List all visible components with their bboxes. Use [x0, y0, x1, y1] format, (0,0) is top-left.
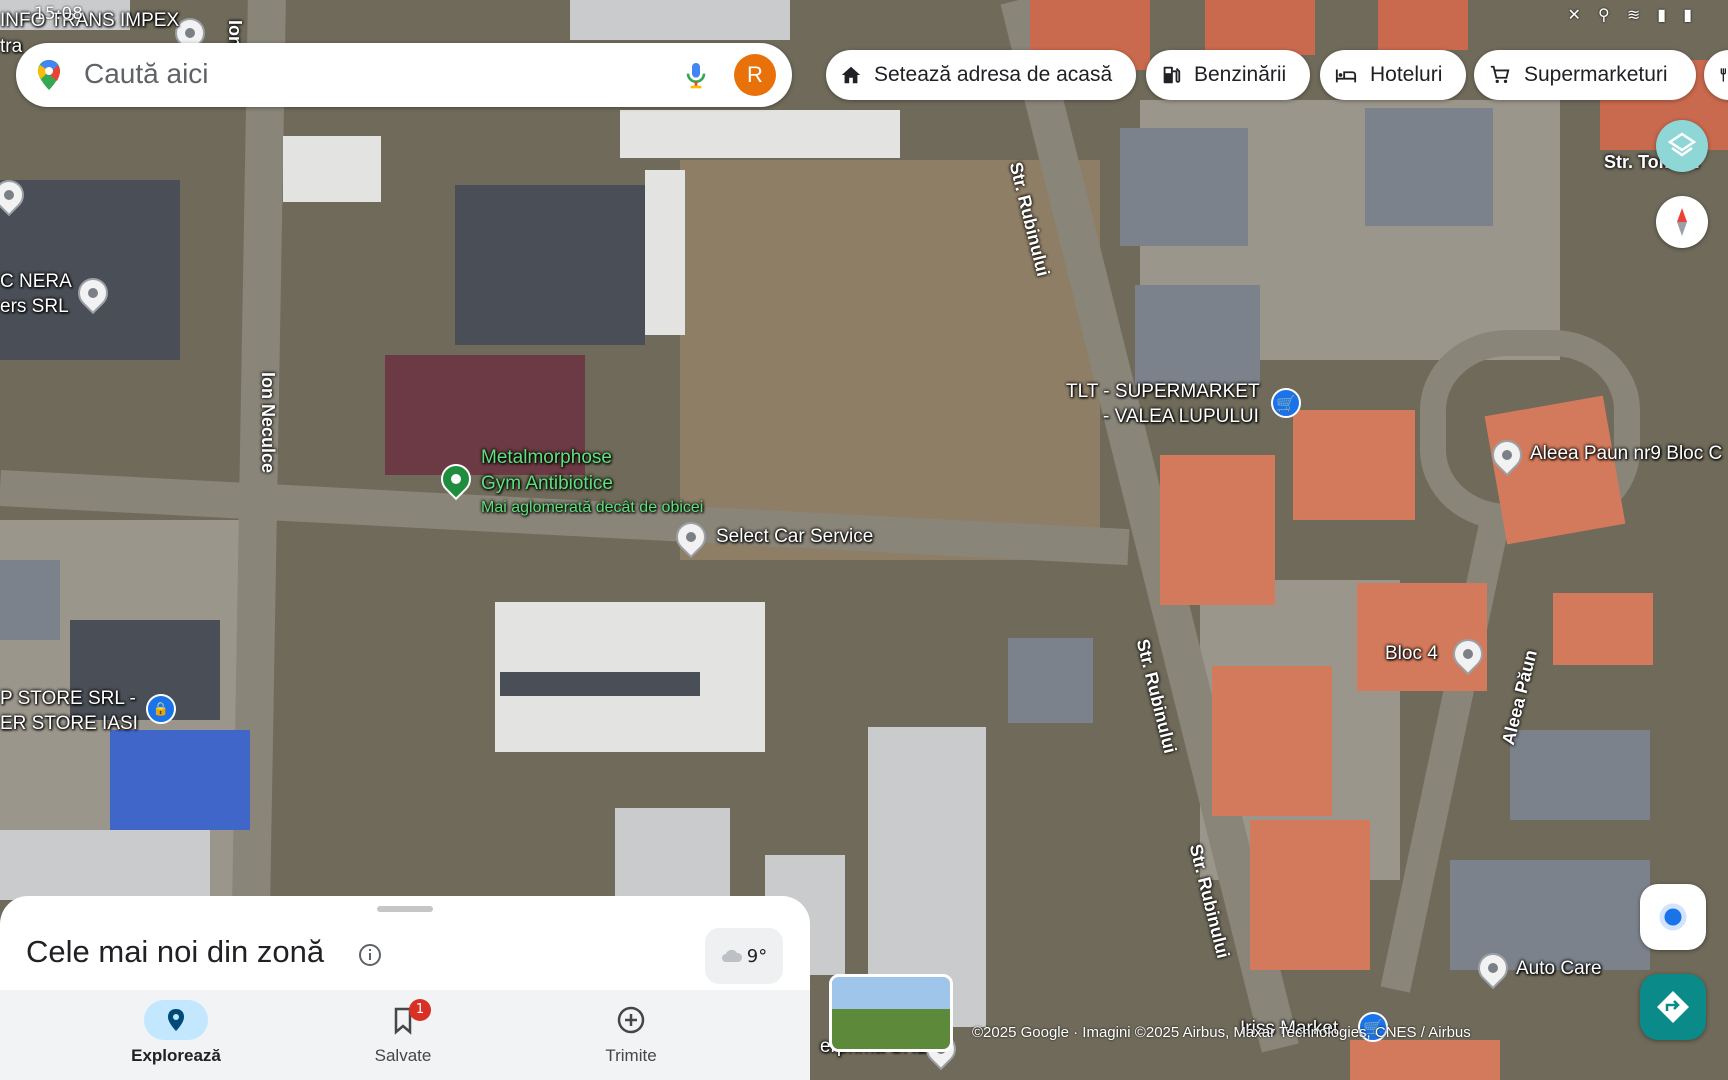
gas-station-icon: [1163, 66, 1181, 84]
label-tlt-2[interactable]: - VALEA LUPULUI: [1103, 406, 1259, 428]
label-tlt-1[interactable]: TLT - SUPERMARKET: [1066, 381, 1260, 403]
search-input[interactable]: Caută aici: [84, 58, 209, 90]
chip-hotels[interactable]: Hoteluri: [1320, 50, 1466, 100]
restaurant-icon: [1720, 68, 1726, 82]
layers-icon: [1667, 132, 1697, 157]
nav-saved[interactable]: 1 Salvate: [303, 990, 503, 1080]
google-maps-logo-icon: [38, 60, 60, 90]
label-nera[interactable]: C NERA: [0, 271, 72, 293]
mic-icon[interactable]: [680, 59, 712, 91]
label-gym-busy: Mai aglomerată decât de obicei: [481, 499, 704, 516]
thumb-sky: [832, 977, 950, 1009]
directions-button[interactable]: [1640, 974, 1706, 1040]
location-icon: [1659, 903, 1687, 931]
chip-hotels-label: Hoteluri: [1370, 63, 1443, 86]
cloud-icon: [721, 949, 742, 962]
building-grey-roof: [1135, 285, 1260, 385]
cart-icon: [1490, 65, 1510, 84]
weather-temp: 9°: [746, 945, 768, 967]
thumb-field: [832, 1009, 950, 1049]
building-red-roof: [1293, 410, 1415, 520]
status-icons: ✕ ⚲ ≋ ▮ ▮: [1567, 5, 1698, 24]
nav-explore[interactable]: Explorează: [76, 990, 276, 1080]
nav-contribute-label: Trimite: [605, 1046, 657, 1065]
label-info-trans-sub: tra: [0, 36, 23, 57]
label-store-2[interactable]: ER STORE IASI: [0, 713, 138, 735]
sheet-title: Cele mai noi din zonă: [26, 934, 325, 969]
chip-supermarkets-label: Supermarketuri: [1524, 63, 1668, 86]
chip-supermarkets[interactable]: Supermarketuri: [1474, 50, 1696, 100]
nav-saved-label: Salvate: [374, 1046, 432, 1065]
building-grey-roof: [1120, 128, 1248, 246]
label-gym-1[interactable]: Metalmorphose: [481, 447, 612, 469]
building: [283, 136, 381, 202]
nav-contribute-icon-wrap: [599, 1000, 663, 1040]
chip-gas-label: Benzinării: [1194, 63, 1287, 86]
solar-building: [455, 185, 645, 345]
chip-home-label: Setează adresa de acasă: [874, 63, 1113, 86]
building: [615, 808, 730, 900]
label-store-1[interactable]: P STORE SRL -: [0, 688, 136, 710]
street-view-thumbnail[interactable]: [829, 974, 953, 1052]
building-grey-roof: [1365, 108, 1493, 226]
building-grey-roof: [1450, 860, 1650, 970]
supermarket-pin[interactable]: 🛒: [1271, 388, 1301, 418]
label-aleea-paun[interactable]: Aleea Paun nr9 Bloc C: [1530, 443, 1722, 465]
home-icon: [841, 66, 861, 84]
building-red-roof: [1160, 455, 1275, 605]
layers-button[interactable]: [1656, 120, 1708, 172]
directions-icon: [1657, 991, 1689, 1023]
bed-icon: [1335, 69, 1357, 83]
building: [0, 830, 210, 900]
building-red-roof: [1350, 1040, 1500, 1080]
chip-gas[interactable]: Benzinării: [1146, 50, 1310, 100]
label-nera-sub: ers SRL: [0, 296, 69, 317]
compass-icon: [1677, 208, 1687, 236]
nav-contribute[interactable]: Trimite: [531, 990, 731, 1080]
building-blue: [110, 730, 250, 830]
map-attribution: ©2025 Google · Imagini ©2025 Airbus, Max…: [972, 1024, 1471, 1041]
street-ion-neculce: Ion Neculce: [258, 372, 278, 474]
search-bar[interactable]: Caută aici R: [16, 43, 792, 107]
building: [1008, 638, 1093, 723]
label-gym-2[interactable]: Gym Antibiotice: [481, 473, 613, 495]
building: [0, 560, 60, 640]
bottom-nav: Explorează 1 Salvate Trimite: [0, 990, 810, 1080]
building-red-roof: [1553, 593, 1653, 665]
building-red-roof: [1212, 666, 1332, 816]
explore-pin-icon: [168, 1009, 184, 1031]
status-time: 15:08: [34, 4, 83, 24]
label-select-car[interactable]: Select Car Service: [716, 526, 873, 548]
building: [620, 110, 900, 158]
chip-home[interactable]: Setează adresa de acasă: [826, 50, 1136, 100]
info-icon[interactable]: [358, 943, 382, 967]
building: [645, 170, 685, 335]
solar-building: [0, 180, 180, 360]
solar-panels: [500, 672, 700, 696]
saved-badge: 1: [409, 999, 431, 1021]
store-pin[interactable]: 🔒: [146, 694, 176, 724]
add-circle-icon: [617, 1006, 645, 1034]
label-bloc4[interactable]: Bloc 4: [1385, 643, 1438, 665]
my-location-button[interactable]: [1640, 884, 1706, 950]
avatar[interactable]: R: [734, 54, 776, 96]
compass-button[interactable]: [1656, 196, 1708, 248]
nav-active-indicator: [144, 1000, 208, 1040]
nav-explore-label: Explorează: [131, 1046, 221, 1065]
status-bar: 15:08 ✕ ⚲ ≋ ▮ ▮: [0, 0, 1728, 30]
building-red-roof: [1250, 820, 1370, 970]
weather-chip[interactable]: 9°: [705, 928, 783, 984]
building-grey-roof: [1510, 730, 1650, 820]
sheet-drag-handle[interactable]: [377, 906, 433, 912]
label-auto-care[interactable]: Auto Care: [1516, 958, 1602, 980]
